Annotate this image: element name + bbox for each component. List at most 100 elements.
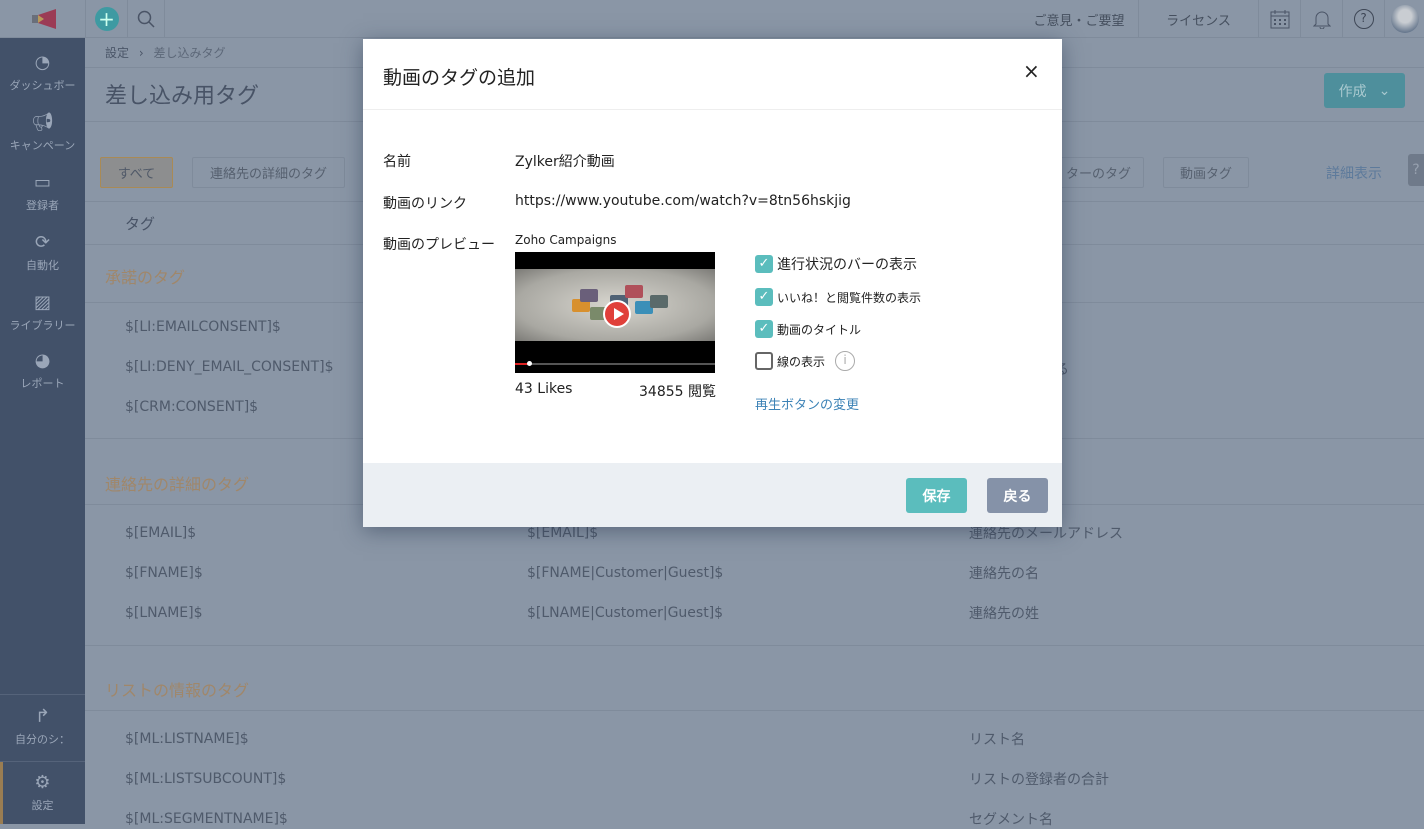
- back-button[interactable]: 戻る: [987, 478, 1048, 513]
- tag-example: $[FNAME|Customer|Guest]$: [527, 565, 724, 581]
- sidebar-item-label: 自動化: [26, 259, 59, 272]
- breadcrumb: 設定 › 差し込みタグ: [105, 44, 226, 61]
- user-avatar[interactable]: [1384, 0, 1424, 38]
- app-logo[interactable]: [0, 0, 85, 38]
- tag-description: リスト名: [969, 732, 1025, 748]
- sidebar-item-label: 設定: [31, 799, 54, 812]
- tag-row: $[ML:LISTSUBCOUNT]$: [125, 771, 287, 787]
- add-button[interactable]: +: [85, 0, 127, 38]
- tag-description: セグメント名: [969, 812, 1053, 828]
- tag-example: $[EMAIL]$: [527, 525, 599, 541]
- tag-row: $[LI:EMAILCONSENT]$: [125, 319, 281, 335]
- dashboard-icon: ◔: [34, 52, 51, 73]
- close-icon[interactable]: ×: [1023, 59, 1040, 83]
- section-title-contact-details: 連絡先の詳細のタグ: [105, 475, 250, 494]
- video-preview[interactable]: [515, 252, 715, 373]
- divider: [85, 645, 1424, 646]
- info-icon[interactable]: i: [835, 351, 856, 371]
- checkbox-unchecked-icon: [755, 352, 773, 370]
- change-play-button-link[interactable]: 再生ボタンの変更: [755, 394, 859, 413]
- sidebar-item-label: レポート: [20, 377, 65, 390]
- notifications-button[interactable]: [1300, 0, 1342, 38]
- filter-video-tags[interactable]: 動画タグ: [1163, 157, 1249, 188]
- video-title: Zoho Campaigns: [515, 233, 617, 247]
- sidebar-item-label: ライブラリー: [9, 319, 76, 332]
- play-icon[interactable]: [603, 300, 631, 328]
- column-header-tag: タグ: [125, 215, 156, 233]
- divider: [363, 109, 1062, 110]
- section-title-list-info: リストの情報のタグ: [105, 681, 250, 700]
- tag-description: リストの登録者の合計: [969, 772, 1109, 788]
- show-border-checkbox[interactable]: 線の表示 i: [755, 351, 856, 371]
- megaphone-icon: 📢︎: [31, 112, 54, 133]
- checkbox-checked-icon: ✓: [755, 288, 773, 306]
- sidebar-item-label: 登録者: [26, 199, 59, 212]
- create-button[interactable]: 作成 ⌄: [1324, 73, 1405, 108]
- checkbox-checked-icon: ✓: [755, 255, 773, 273]
- dialog-title: 動画のタグの追加: [383, 67, 536, 89]
- help-button[interactable]: ?: [1342, 0, 1384, 38]
- calendar-button[interactable]: [1258, 0, 1300, 38]
- tag-row: $[FNAME]$: [125, 565, 203, 581]
- tag-description: 連絡先の姓: [969, 606, 1039, 622]
- save-button[interactable]: 保存: [906, 478, 967, 513]
- sidebar-item-label: ダッシュボー: [9, 79, 76, 92]
- plus-icon: +: [94, 7, 119, 31]
- link-label: 動画のリンク: [383, 196, 467, 212]
- tag-row: $[ML:SEGMENTNAME]$: [125, 811, 288, 827]
- sidebar-item-label: キャンペーン: [9, 139, 76, 152]
- tag-row: $[ML:LISTNAME]$: [125, 731, 249, 747]
- sidebar-item-subscribers[interactable]: ▭ 登録者: [0, 172, 85, 213]
- name-value: Zylker紹介動画: [515, 154, 615, 170]
- automation-icon: ⟳: [34, 232, 51, 253]
- image-icon: ▨: [33, 292, 51, 313]
- sidebar-item-settings[interactable]: ⚙ 設定: [0, 772, 85, 813]
- divider: [0, 694, 85, 695]
- license-link[interactable]: ライセンス: [1138, 0, 1258, 38]
- likes-count: 43 Likes: [515, 381, 573, 397]
- sidebar-item-campaigns[interactable]: 📢︎ キャンペーン: [0, 112, 85, 153]
- help-tab[interactable]: ?: [1408, 154, 1424, 186]
- sidebar-item-automation[interactable]: ⟳ 自動化: [0, 232, 85, 273]
- dialog-footer: 保存 戻る: [363, 463, 1062, 527]
- breadcrumb-settings[interactable]: 設定: [105, 46, 129, 60]
- filter-contact-details[interactable]: 連絡先の詳細のタグ: [192, 157, 345, 188]
- calendar-icon: [1270, 10, 1289, 29]
- section-title-consent: 承諾のタグ: [105, 268, 186, 287]
- show-likes-views-checkbox[interactable]: ✓ いいね！と閲覧件数の表示: [755, 288, 921, 306]
- tag-row: $[EMAIL]$: [125, 525, 197, 541]
- checkbox-label: 動画のタイトル: [777, 322, 862, 337]
- views-count: 34855 閲覧: [639, 384, 716, 400]
- megaphone-logo-icon: [31, 9, 56, 29]
- tag-example: $[LNAME|Customer|Guest]$: [527, 605, 724, 621]
- page-title: 差し込み用タグ: [105, 84, 260, 109]
- search-button[interactable]: [127, 0, 165, 38]
- sidebar-item-library[interactable]: ▨ ライブラリー: [0, 292, 85, 333]
- tag-row: $[CRM:CONSENT]$: [125, 399, 259, 415]
- help-icon: ?: [1353, 9, 1374, 29]
- gear-icon: ⚙: [34, 772, 51, 793]
- add-video-tag-dialog: 動画のタグの追加 × 名前 Zylker紹介動画 動画のリンク https://…: [363, 39, 1062, 527]
- checkbox-label: いいね！と閲覧件数の表示: [777, 290, 922, 305]
- breadcrumb-separator: ›: [138, 46, 144, 60]
- preview-label: 動画のプレビュー: [383, 237, 495, 253]
- detail-view-link[interactable]: 詳細表示: [1326, 163, 1382, 183]
- bell-icon: [1312, 11, 1331, 29]
- tag-row: $[LNAME]$: [125, 605, 203, 621]
- checkbox-checked-icon: ✓: [755, 320, 773, 338]
- contact-card-icon: ▭: [33, 172, 51, 193]
- checkbox-label: 進行状況のバーの表示: [777, 257, 917, 273]
- sidebar-item-reports[interactable]: ◕ レポート: [0, 350, 85, 391]
- breadcrumb-current: 差し込みタグ: [153, 46, 226, 60]
- pie-chart-icon: ◕: [34, 350, 51, 371]
- sidebar-item-dashboard[interactable]: ◔ ダッシュボー: [0, 52, 85, 93]
- video-title-checkbox[interactable]: ✓ 動画のタイトル: [755, 320, 861, 338]
- show-progress-bar-checkbox[interactable]: ✓ 進行状況のバーの表示: [755, 254, 917, 274]
- chevron-down-icon: ⌄: [1378, 82, 1391, 99]
- sidebar-item-shared[interactable]: ↱ 自分のシ：: [0, 706, 85, 747]
- divider: [85, 710, 1424, 711]
- filter-all[interactable]: すべて: [100, 157, 173, 188]
- feedback-link[interactable]: ご意見・ご要望: [1020, 0, 1138, 38]
- sidebar: ◔ ダッシュボー 📢︎ キャンペーン ▭ 登録者 ⟳ 自動化 ▨ ライブラリー ◕ レポート…: [0, 38, 85, 824]
- active-indicator: [0, 762, 3, 824]
